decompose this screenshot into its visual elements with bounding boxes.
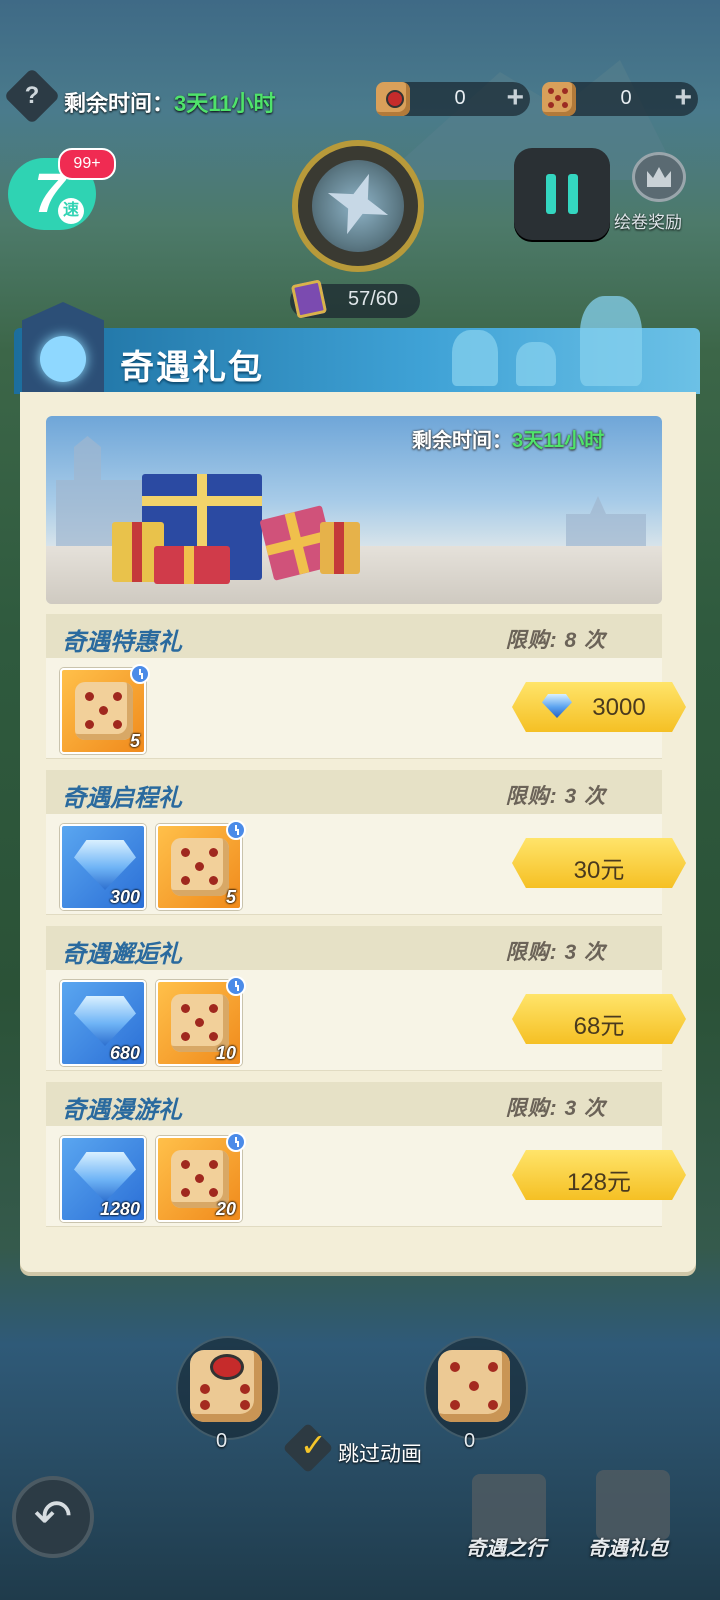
pack-row: 680 10 68元 <box>46 970 686 1071</box>
wizard-silhouette-icon <box>452 330 498 386</box>
creature-silhouette-icon <box>516 342 556 386</box>
pack-title: 奇遇邂逅礼 <box>62 941 182 968</box>
clock-icon <box>130 664 150 684</box>
reward-label[interactable]: 绘卷奖励 <box>614 208 682 233</box>
item-qty: 1280 <box>99 1199 140 1219</box>
pack-row: 1280 20 128元 <box>46 1126 686 1227</box>
gem-item[interactable]: 1280 <box>60 1136 146 1222</box>
pack-header: 奇遇漫游礼 限购: 3 次 <box>46 1082 662 1126</box>
dice-item[interactable]: 5 <box>60 664 150 754</box>
item-qty: 20 <box>215 1199 236 1219</box>
pack-limit: 限购: 3 次 <box>505 1097 606 1120</box>
dice-count: 0 <box>620 87 632 109</box>
remaining-time-value: 3天11小时 <box>174 91 276 116</box>
speed-label: 速 <box>58 198 84 224</box>
item-qty: 10 <box>215 1043 236 1063</box>
red-dice-count: 0 <box>454 87 466 109</box>
pack-header: 奇遇启程礼 限购: 3 次 <box>46 770 662 814</box>
red-dice-icon <box>376 82 410 116</box>
red-dice-slot[interactable] <box>176 1336 280 1440</box>
pack-row: 300 5 30元 <box>46 814 686 915</box>
pause-icon <box>546 174 556 214</box>
gift-pack-icon[interactable] <box>596 1470 670 1540</box>
price-label: 68元 <box>573 1013 625 1040</box>
progress-text: 57/60 <box>348 288 399 310</box>
check-icon: ✓ <box>300 1427 327 1463</box>
pack-limit: 限购: 3 次 <box>505 785 606 808</box>
pack-limit: 限购: 8 次 <box>505 629 606 652</box>
gem-item[interactable]: 300 <box>60 824 146 910</box>
back-button[interactable]: ↶ <box>12 1476 94 1558</box>
dice-icon <box>542 82 576 116</box>
diamond-icon <box>74 996 136 1046</box>
price-label: 3000 <box>592 694 646 721</box>
dice-counter: 0 + <box>542 82 698 116</box>
pack-title: 奇遇特惠礼 <box>62 629 182 656</box>
banner-title: 奇遇礼包 <box>120 349 264 387</box>
dice-icon <box>75 682 133 740</box>
gem-item[interactable]: 680 <box>60 980 146 1066</box>
clock-icon <box>226 976 246 996</box>
price-label: 30元 <box>573 857 625 884</box>
diamond-icon <box>74 1152 136 1202</box>
dice-slot-count: 0 <box>464 1430 476 1452</box>
buy-button[interactable]: 128元 <box>512 1150 686 1200</box>
remaining-time-label: 剩余时间： <box>64 91 175 116</box>
hero-remaining-time: 剩余时间：3天11小时 <box>412 424 604 453</box>
buy-button[interactable]: 3000 <box>512 682 686 732</box>
red-dice-icon <box>190 1350 262 1422</box>
add-dice-button[interactable]: + <box>674 82 692 114</box>
buy-button[interactable]: 68元 <box>512 994 686 1044</box>
hero-remaining-value: 3天11小时 <box>512 430 605 452</box>
add-red-dice-button[interactable]: + <box>506 82 524 114</box>
price-label: 128元 <box>566 1169 632 1196</box>
pack-title: 奇遇漫游礼 <box>62 1097 182 1124</box>
pack-header: 奇遇特惠礼 限购: 8 次 <box>46 614 662 658</box>
dice-item[interactable]: 10 <box>156 976 246 1066</box>
eye-emblem-icon <box>40 336 86 382</box>
clock-icon <box>226 1132 246 1152</box>
item-qty: 300 <box>109 887 140 907</box>
remaining-time: 剩余时间：3天11小时 <box>64 86 276 118</box>
item-qty: 5 <box>225 887 236 907</box>
back-arrow-icon: ↶ <box>33 1490 73 1542</box>
pack-row: 5 3000 <box>46 658 686 759</box>
dice-item[interactable]: 5 <box>156 820 246 910</box>
red-dice-counter: 0 + <box>376 82 530 116</box>
dice-icon <box>438 1350 510 1422</box>
nav-gift-pack-label[interactable]: 奇遇礼包 <box>588 1532 668 1561</box>
buy-button[interactable]: 30元 <box>512 838 686 888</box>
pause-button[interactable] <box>514 148 610 240</box>
dice-slot[interactable] <box>424 1336 528 1440</box>
nav-journey-label[interactable]: 奇遇之行 <box>466 1532 546 1561</box>
dice-item[interactable]: 20 <box>156 1132 246 1222</box>
dice-icon <box>171 838 229 896</box>
notification-badge: 99+ <box>58 148 116 180</box>
crown-icon[interactable] <box>632 152 686 202</box>
red-dice-slot-count: 0 <box>216 1430 228 1452</box>
skip-animation-label[interactable]: 跳过动画 <box>338 1438 422 1468</box>
hero-silhouette-icon <box>580 296 642 386</box>
pack-limit: 限购: 3 次 <box>505 941 606 964</box>
diamond-icon <box>74 840 136 890</box>
pack-title: 奇遇启程礼 <box>62 785 182 812</box>
help-icon[interactable]: ? <box>12 76 52 116</box>
clock-icon <box>226 820 246 840</box>
hero-remaining-label: 剩余时间： <box>412 430 512 452</box>
pack-header: 奇遇邂逅礼 限购: 3 次 <box>46 926 662 970</box>
item-qty: 5 <box>129 731 140 751</box>
item-qty: 680 <box>109 1043 140 1063</box>
